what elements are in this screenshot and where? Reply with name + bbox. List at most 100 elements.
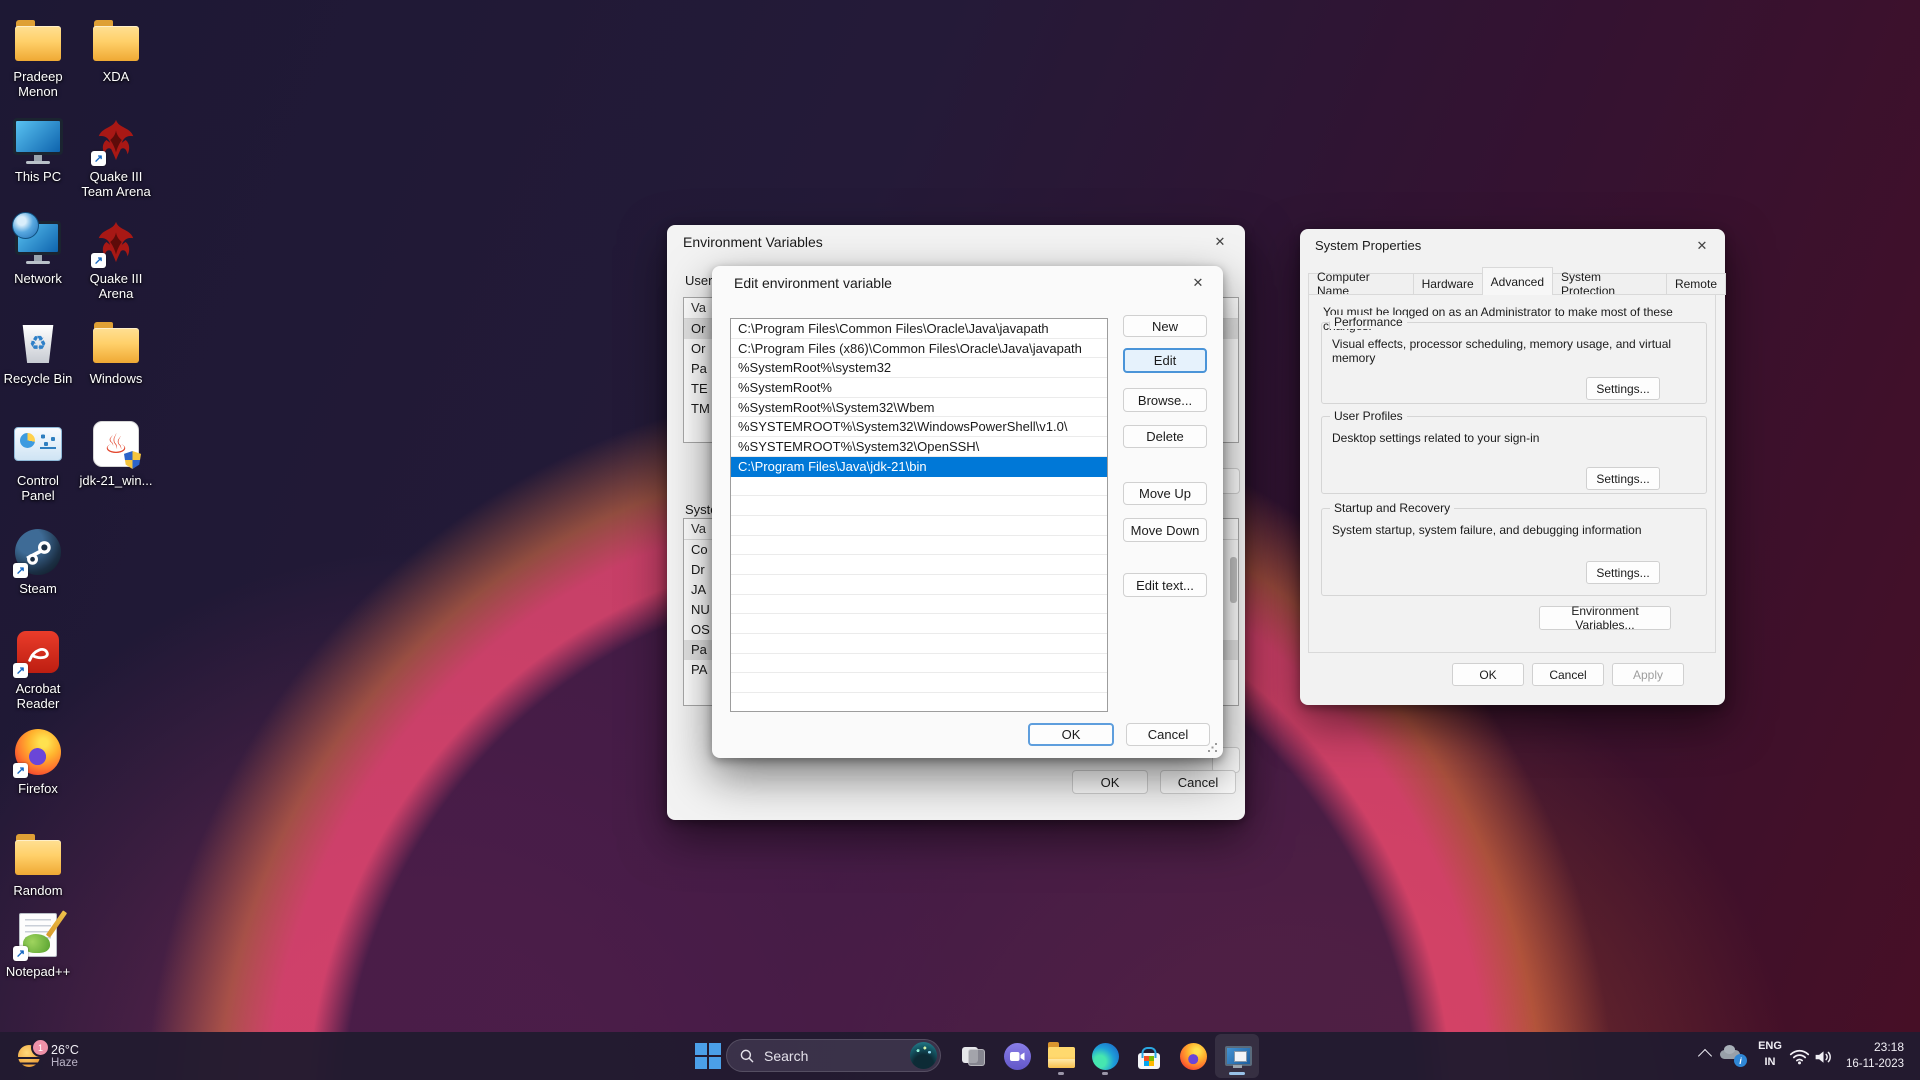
ok-button[interactable]: OK bbox=[1072, 770, 1148, 794]
tab-remote[interactable]: Remote bbox=[1666, 273, 1726, 295]
tray-info-icon[interactable]: i bbox=[1720, 1045, 1748, 1067]
desktop-icon-random[interactable]: Random bbox=[0, 830, 76, 898]
taskbar-item-task-view[interactable] bbox=[951, 1034, 995, 1078]
user-profiles-settings-button[interactable]: Settings... bbox=[1586, 467, 1660, 490]
desktop-icon-label: This PC bbox=[15, 169, 61, 184]
path-list-empty-row[interactable] bbox=[731, 654, 1107, 674]
group-description: Visual effects, processor scheduling, me… bbox=[1332, 337, 1696, 365]
time: 23:18 bbox=[1834, 1039, 1904, 1056]
resize-grip-icon[interactable] bbox=[1207, 742, 1218, 753]
move-up-button[interactable]: Move Up bbox=[1123, 482, 1207, 505]
close-icon[interactable]: ✕ bbox=[1187, 273, 1209, 293]
path-list-item[interactable]: C:\Program Files\Java\jdk-21\bin bbox=[731, 457, 1107, 477]
cancel-button[interactable]: Cancel bbox=[1532, 663, 1604, 686]
hidden-icons-chevron-icon[interactable] bbox=[1698, 1049, 1712, 1063]
path-list-empty-row[interactable] bbox=[731, 634, 1107, 654]
desktop-icon-pradeep-menon[interactable]: Pradeep Menon bbox=[0, 16, 76, 99]
chat-icon bbox=[1004, 1043, 1031, 1070]
path-list-item[interactable]: %SystemRoot%\System32\Wbem bbox=[731, 398, 1107, 418]
path-list[interactable]: C:\Program Files\Common Files\Oracle\Jav… bbox=[730, 318, 1108, 712]
path-list-item[interactable]: C:\Program Files\Common Files\Oracle\Jav… bbox=[731, 319, 1107, 339]
search-label: Search bbox=[764, 1048, 808, 1064]
shortcut-arrow-icon: ↗ bbox=[91, 151, 106, 166]
desktop-icon-control-panel[interactable]: Control Panel bbox=[0, 420, 76, 503]
search-box[interactable]: Search bbox=[726, 1039, 941, 1072]
desktop-icon-this-pc[interactable]: This PC bbox=[0, 116, 76, 184]
desktop-icon-label: Steam bbox=[19, 581, 57, 596]
edit-button[interactable]: Edit bbox=[1123, 348, 1207, 373]
desktop-icon-steam[interactable]: ↗Steam bbox=[0, 528, 76, 596]
running-indicator bbox=[1058, 1072, 1064, 1075]
path-list-item[interactable]: %SystemRoot% bbox=[731, 378, 1107, 398]
path-list-item[interactable]: C:\Program Files (x86)\Common Files\Orac… bbox=[731, 339, 1107, 359]
taskbar-item-edge[interactable] bbox=[1083, 1034, 1127, 1078]
info-badge-icon: i bbox=[1734, 1054, 1747, 1067]
path-list-empty-row[interactable] bbox=[731, 496, 1107, 516]
close-icon[interactable]: ✕ bbox=[1691, 236, 1713, 256]
cancel-button[interactable]: Cancel bbox=[1126, 723, 1210, 746]
path-list-empty-row[interactable] bbox=[731, 693, 1107, 712]
path-list-empty-row[interactable] bbox=[731, 614, 1107, 634]
desktop-icon-recycle-bin[interactable]: ♻Recycle Bin bbox=[0, 318, 76, 386]
desktop-icon-quake-iii-team-arena[interactable]: ↗Quake III Team Arena bbox=[78, 116, 154, 199]
path-list-empty-row[interactable] bbox=[731, 555, 1107, 575]
browse-button[interactable]: Browse... bbox=[1123, 388, 1207, 412]
desktop-icon-firefox[interactable]: ↗Firefox bbox=[0, 728, 76, 796]
path-list-empty-row[interactable] bbox=[731, 536, 1107, 556]
path-list-item[interactable]: %SYSTEMROOT%\System32\OpenSSH\ bbox=[731, 437, 1107, 457]
taskbar-item-microsoft-store[interactable] bbox=[1127, 1034, 1171, 1078]
path-list-item[interactable]: %SYSTEMROOT%\System32\WindowsPowerShell\… bbox=[731, 417, 1107, 437]
path-list-empty-row[interactable] bbox=[731, 575, 1107, 595]
ok-button[interactable]: OK bbox=[1028, 723, 1114, 746]
dialog-title: Environment Variables bbox=[683, 234, 823, 250]
cancel-button[interactable]: Cancel bbox=[1160, 770, 1236, 794]
tab-system-protection[interactable]: System Protection bbox=[1552, 273, 1667, 295]
edit-text-button[interactable]: Edit text... bbox=[1123, 573, 1207, 597]
tab-hardware[interactable]: Hardware bbox=[1413, 273, 1483, 295]
taskbar-item-firefox[interactable] bbox=[1171, 1034, 1215, 1078]
desktop-icon-grid: Pradeep Menon XDA This PC ↗Quake III Team A… bbox=[0, 0, 180, 1000]
search-highlight-thumbnail[interactable] bbox=[910, 1042, 937, 1069]
desktop-icon-acrobat-reader[interactable]: ↗Acrobat Reader bbox=[0, 628, 76, 711]
advanced-tab-panel: You must be logged on as an Administrato… bbox=[1308, 294, 1716, 653]
desktop-icon-label: Windows bbox=[90, 371, 143, 386]
windows-logo-icon bbox=[695, 1043, 721, 1069]
ok-button[interactable]: OK bbox=[1452, 663, 1524, 686]
tab-advanced[interactable]: Advanced bbox=[1482, 267, 1553, 295]
path-list-item[interactable]: %SystemRoot%\system32 bbox=[731, 358, 1107, 378]
scrollbar[interactable] bbox=[1230, 557, 1237, 603]
task-view-icon bbox=[961, 1044, 986, 1069]
desktop-icon-xda[interactable]: XDA bbox=[78, 16, 154, 84]
new-button[interactable]: New bbox=[1123, 315, 1207, 337]
wifi-icon[interactable] bbox=[1788, 1048, 1810, 1066]
desktop-icon-quake-iii-arena[interactable]: ↗Quake III Arena bbox=[78, 218, 154, 301]
close-icon[interactable]: ✕ bbox=[1209, 232, 1231, 252]
java-steam-icon: ♨ bbox=[104, 431, 128, 458]
taskbar-item-chat[interactable] bbox=[995, 1034, 1039, 1078]
path-list-empty-row[interactable] bbox=[731, 673, 1107, 693]
taskbar-item-start[interactable] bbox=[686, 1034, 730, 1078]
desktop-icon-windows[interactable]: Windows bbox=[78, 318, 154, 386]
tab-computer-name[interactable]: Computer Name bbox=[1308, 273, 1414, 295]
apply-button[interactable]: Apply bbox=[1612, 663, 1684, 686]
performance-settings-button[interactable]: Settings... bbox=[1586, 377, 1660, 400]
clock[interactable]: 23:18 16-11-2023 bbox=[1834, 1039, 1904, 1072]
shortcut-arrow-icon: ↗ bbox=[13, 946, 28, 961]
language-indicator[interactable]: ENG IN bbox=[1752, 1039, 1788, 1071]
path-list-empty-row[interactable] bbox=[731, 477, 1107, 497]
delete-button[interactable]: Delete bbox=[1123, 425, 1207, 448]
desktop-icon-network[interactable]: Network bbox=[0, 218, 76, 286]
weather-widget[interactable]: 1 26°C Haze bbox=[10, 1037, 85, 1075]
taskbar-item-system-properties[interactable] bbox=[1215, 1034, 1259, 1078]
startup-and-recovery-settings-button[interactable]: Settings... bbox=[1586, 561, 1660, 584]
volume-icon[interactable] bbox=[1812, 1048, 1834, 1066]
edge-icon bbox=[1092, 1043, 1119, 1070]
desktop-icon-jdk-21-win[interactable]: ♨jdk-21_win... bbox=[78, 420, 154, 488]
desktop-icon-label: XDA bbox=[103, 69, 130, 84]
path-list-empty-row[interactable] bbox=[731, 516, 1107, 536]
move-down-button[interactable]: Move Down bbox=[1123, 518, 1207, 542]
taskbar-item-file-explorer[interactable] bbox=[1039, 1034, 1083, 1078]
desktop-icon-notepad[interactable]: ↗Notepad++ bbox=[0, 911, 76, 979]
environment-variables-button[interactable]: Environment Variables... bbox=[1539, 606, 1671, 630]
path-list-empty-row[interactable] bbox=[731, 595, 1107, 615]
